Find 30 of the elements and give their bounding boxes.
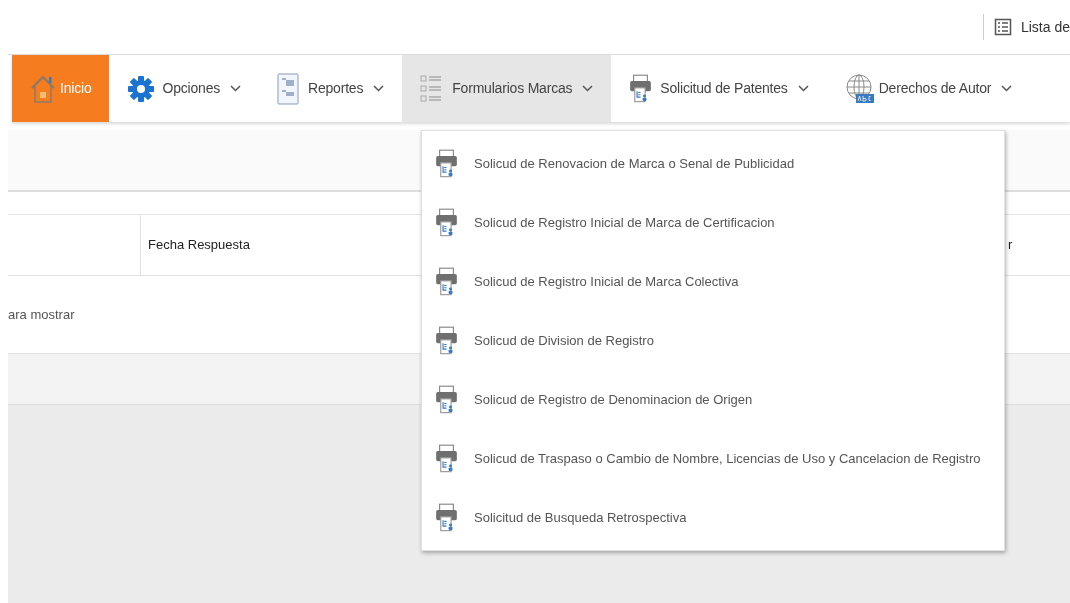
menu-item[interactable]: Solicud de Renovacion de Marca o Senal de Publicidad bbox=[422, 134, 1004, 193]
printer-icon bbox=[435, 206, 458, 239]
nav-tab[interactable]: Formularios Marcas bbox=[402, 55, 612, 122]
empty-message: ara mostrar bbox=[8, 305, 75, 324]
report-icon bbox=[277, 72, 300, 105]
menu-item[interactable]: Solicud de Division de Registro bbox=[422, 311, 1004, 370]
column-header: Fecha Respuesta bbox=[147, 236, 251, 255]
nav-tab[interactable]: Reportes bbox=[259, 55, 403, 122]
printer-icon bbox=[435, 383, 458, 416]
column-header: r bbox=[1008, 236, 1013, 255]
nav-tab[interactable]: Solicitud de Patentes bbox=[611, 55, 827, 122]
menu-item[interactable]: Solicud de Registro de Denominacion de Origen bbox=[422, 370, 1004, 429]
printer-icon bbox=[435, 501, 458, 534]
printer-icon bbox=[435, 265, 458, 298]
menu-item[interactable]: Solicud de Registro Inicial de Marca Colectiva bbox=[422, 252, 1004, 311]
printer-icon bbox=[435, 147, 458, 180]
gear-icon bbox=[127, 74, 156, 103]
nav-tab[interactable]: Opciones bbox=[109, 55, 260, 122]
menu-item[interactable]: Solicitud de Busqueda Retrospectiva bbox=[422, 488, 1004, 547]
printer-icon bbox=[435, 442, 458, 475]
list-icon bbox=[420, 73, 443, 104]
list-link[interactable]: Lista de bbox=[1020, 16, 1070, 38]
list-icon bbox=[993, 18, 1012, 36]
nav-tab[interactable]: Derechos de Autor bbox=[826, 55, 1031, 122]
menu-item[interactable]: Solicud de Traspaso o Cambio de Nombre, Licencias de Uso y Cancelacion de Registro bbox=[422, 429, 1004, 488]
printer-icon bbox=[435, 324, 458, 357]
globe-icon bbox=[844, 73, 875, 104]
house-icon bbox=[30, 73, 56, 104]
menu-item[interactable]: Solicud de Registro Inicial de Marca de Certificacion bbox=[422, 193, 1004, 252]
printer-icon bbox=[629, 73, 653, 104]
